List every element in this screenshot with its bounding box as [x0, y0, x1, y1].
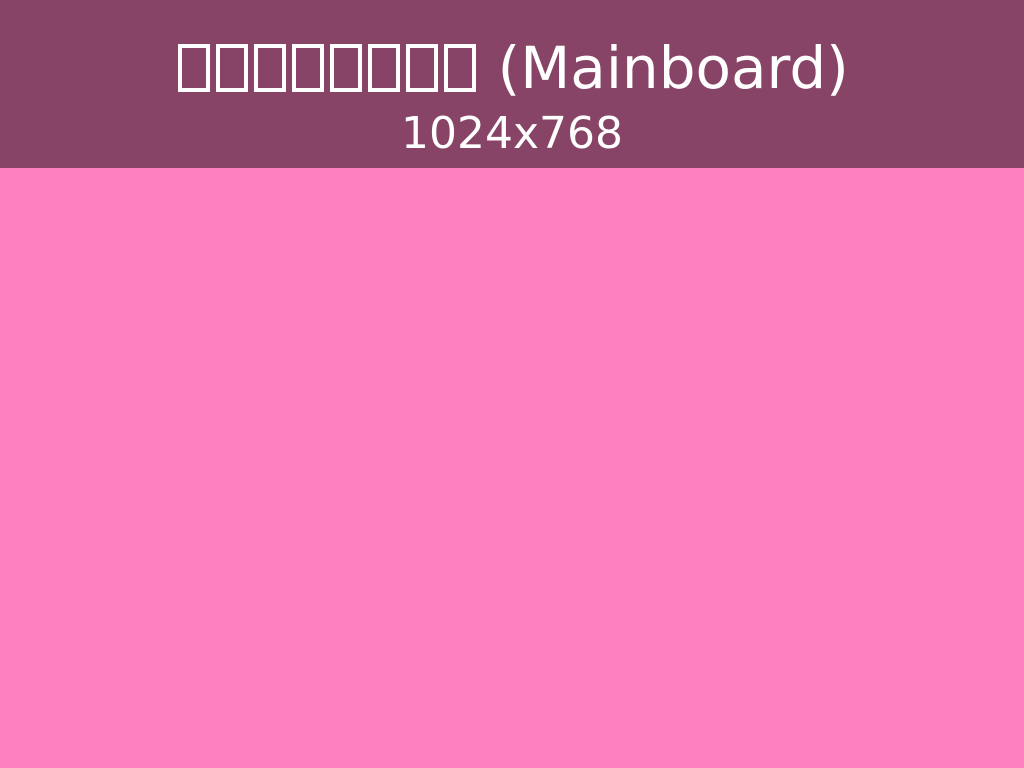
resolution-label: 1024x768	[401, 108, 623, 159]
page-title: (Mainboard)	[0, 34, 1024, 102]
header-banner: (Mainboard) 1024x768	[0, 0, 1024, 168]
title-text: (Mainboard)	[497, 34, 849, 102]
missing-glyphs	[175, 34, 479, 102]
placeholder-area	[0, 168, 1024, 768]
